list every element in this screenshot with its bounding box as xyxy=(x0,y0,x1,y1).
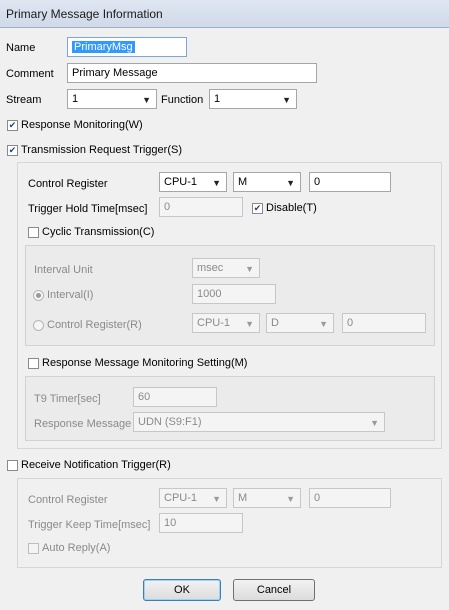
cyclic-label: Cyclic Transmission(C) xyxy=(42,226,155,238)
transmission-trigger-label: Transmission Request Trigger(S) xyxy=(21,144,182,156)
chevron-down-icon: ▼ xyxy=(282,95,291,105)
chevron-down-icon: ▼ xyxy=(286,178,295,188)
name-value: PrimaryMsg xyxy=(72,41,135,53)
cyclic-cpu-value: CPU-1 xyxy=(197,317,231,329)
window-title: Primary Message Information xyxy=(6,7,163,21)
chevron-down-icon: ▼ xyxy=(370,418,379,428)
response-message-value: UDN (S9:F1) xyxy=(138,416,202,428)
stream-label: Stream xyxy=(6,94,42,106)
receive-trigger-label: Receive Notification Trigger(R) xyxy=(21,459,171,471)
cyclic-device-select[interactable]: D ▼ xyxy=(266,313,334,333)
transmission-trigger-checkbox[interactable]: ✔ xyxy=(7,145,18,156)
chevron-down-icon: ▼ xyxy=(245,264,254,274)
trigger-hold-time-field[interactable]: 0 xyxy=(159,197,243,217)
interval-label: Interval(I) xyxy=(47,289,94,301)
chevron-down-icon: ▼ xyxy=(212,494,221,504)
tx-cpu-value: CPU-1 xyxy=(164,176,198,188)
name-field[interactable]: PrimaryMsg xyxy=(67,37,187,57)
cyclic-address-field[interactable]: 0 xyxy=(342,313,426,333)
t9-timer-label: T9 Timer[sec] xyxy=(34,393,101,405)
function-select[interactable]: 1 ▼ xyxy=(209,89,297,109)
cyclic-control-register-radio[interactable] xyxy=(33,320,44,331)
cyclic-checkbox[interactable] xyxy=(28,227,39,238)
response-monitoring-setting-checkbox[interactable] xyxy=(28,358,39,369)
chevron-down-icon: ▼ xyxy=(142,95,151,105)
rx-control-register-label: Control Register xyxy=(28,494,108,506)
tx-device-select[interactable]: M ▼ xyxy=(233,172,301,192)
interval-unit-select[interactable]: msec ▼ xyxy=(192,258,260,278)
comment-field[interactable]: Primary Message xyxy=(67,63,317,83)
function-value: 1 xyxy=(214,93,221,105)
stream-select[interactable]: 1 ▼ xyxy=(67,89,157,109)
receive-trigger-checkbox[interactable] xyxy=(7,460,18,471)
name-label: Name xyxy=(6,42,36,54)
response-monitoring-checkbox[interactable]: ✔ xyxy=(7,120,18,131)
cyclic-device-value: D xyxy=(271,317,279,329)
interval-radio[interactable] xyxy=(33,290,44,301)
response-monitoring-label: Response Monitoring(W) xyxy=(21,119,143,131)
tx-control-register-label: Control Register xyxy=(28,178,108,190)
trigger-keep-time-field[interactable]: 10 xyxy=(159,513,243,533)
cyclic-control-register-label: Control Register(R) xyxy=(47,319,142,331)
interval-unit-value: msec xyxy=(197,262,224,274)
rx-cpu-value: CPU-1 xyxy=(164,492,198,504)
t9-timer-field[interactable]: 60 xyxy=(133,387,217,407)
rx-device-value: M xyxy=(238,492,248,504)
response-monitoring-setting-label: Response Message Monitoring Setting(M) xyxy=(42,357,248,369)
cyclic-cpu-select[interactable]: CPU-1 ▼ xyxy=(192,313,260,333)
rx-cpu-select[interactable]: CPU-1 ▼ xyxy=(159,488,227,508)
stream-value: 1 xyxy=(72,93,79,105)
interval-field[interactable]: 1000 xyxy=(192,284,276,304)
chevron-down-icon: ▼ xyxy=(286,494,295,504)
ok-button[interactable]: OK xyxy=(143,579,221,601)
cancel-button[interactable]: Cancel xyxy=(233,579,315,601)
response-message-label: Response Message xyxy=(34,418,132,430)
auto-reply-checkbox[interactable] xyxy=(28,543,39,554)
tx-device-value: M xyxy=(238,176,248,188)
trigger-hold-time-label: Trigger Hold Time[msec] xyxy=(28,203,148,215)
chevron-down-icon: ▼ xyxy=(319,319,328,329)
chevron-down-icon: ▼ xyxy=(212,178,221,188)
rx-device-select[interactable]: M ▼ xyxy=(233,488,301,508)
rx-address-field[interactable]: 0 xyxy=(309,488,391,508)
title-bar: Primary Message Information xyxy=(0,0,449,28)
tx-address-field[interactable]: 0 xyxy=(309,172,391,192)
response-message-select[interactable]: UDN (S9:F1) ▼ xyxy=(133,412,385,432)
auto-reply-label: Auto Reply(A) xyxy=(42,542,111,554)
chevron-down-icon: ▼ xyxy=(245,319,254,329)
function-label: Function xyxy=(161,94,204,106)
disable-label: Disable(T) xyxy=(266,202,317,214)
tx-cpu-select[interactable]: CPU-1 ▼ xyxy=(159,172,227,192)
interval-unit-label: Interval Unit xyxy=(34,264,93,276)
disable-checkbox[interactable]: ✔ xyxy=(252,203,263,214)
trigger-keep-time-label: Trigger Keep Time[msec] xyxy=(28,519,151,531)
comment-label: Comment xyxy=(6,68,54,80)
